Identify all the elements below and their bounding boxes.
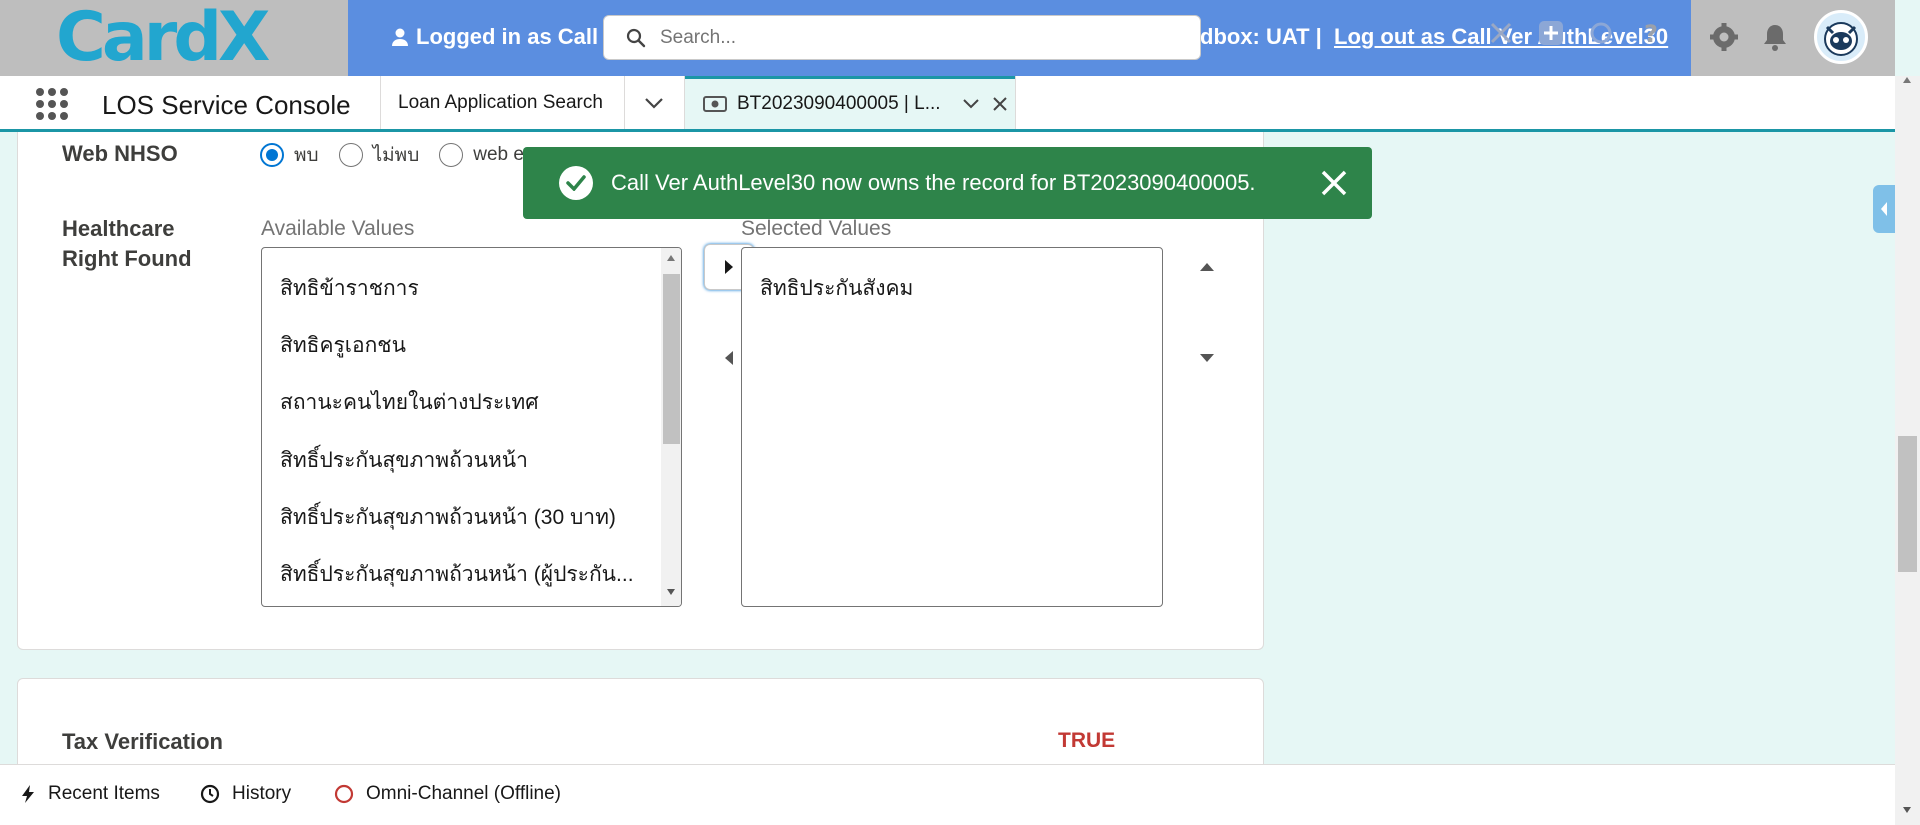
list-item[interactable]: สถานะคนไทยในต่างประเทศ bbox=[280, 386, 539, 419]
available-values-listbox[interactable]: สิทธิข้าราชการ สิทธิครูเอกชน สถานะคนไทยใ… bbox=[261, 247, 682, 607]
tab-overflow-chevron-icon[interactable] bbox=[624, 76, 684, 129]
web-nhso-radio-group: พบ ไม่พบ web er bbox=[260, 140, 540, 170]
side-panel-toggle[interactable] bbox=[1873, 185, 1895, 233]
tab-chevron-down-icon[interactable] bbox=[962, 99, 979, 109]
tab-record-bt2023090400005[interactable]: BT2023090400005 | L... bbox=[685, 76, 1015, 129]
toast-close-icon[interactable] bbox=[1318, 167, 1350, 199]
favorites-icon[interactable] bbox=[1486, 18, 1516, 48]
listbox-scroll-thumb[interactable] bbox=[663, 274, 680, 444]
move-up-button[interactable] bbox=[1182, 244, 1232, 290]
selected-values-header: Selected Values bbox=[741, 217, 892, 240]
list-item[interactable]: สิทธิข้าราชการ bbox=[280, 272, 419, 305]
healthcare-right-label: Healthcare Right Found bbox=[62, 214, 192, 274]
tab-record-label: BT2023090400005 | L... bbox=[737, 93, 941, 114]
utility-history[interactable]: History bbox=[200, 783, 291, 805]
console-nav-bar: LOS Service Console Loan Application Sea… bbox=[0, 76, 1895, 132]
nav-divider bbox=[1015, 76, 1016, 129]
history-label: History bbox=[232, 783, 292, 804]
selected-values-listbox[interactable]: สิทธิประกันสังคม bbox=[741, 247, 1163, 607]
money-icon bbox=[703, 96, 727, 112]
caret-down-icon bbox=[1200, 354, 1214, 362]
user-avatar[interactable] bbox=[1814, 10, 1868, 64]
tax-verification-value: TRUE bbox=[1058, 729, 1116, 752]
logged-in-text: Logged in as Call bbox=[416, 24, 599, 49]
caret-left-icon bbox=[725, 351, 733, 365]
list-item[interactable]: สิทธิ์ประกันสุขภาพถ้วนหน้า (ผู้ประกัน... bbox=[280, 558, 634, 591]
utility-omni-channel[interactable]: Omni-Channel (Offline) bbox=[334, 783, 561, 805]
recent-items-label: Recent Items bbox=[48, 783, 160, 804]
web-nhso-label: Web NHSO bbox=[62, 141, 178, 166]
listbox-scrollbar[interactable] bbox=[661, 248, 681, 606]
caret-up-icon bbox=[1200, 263, 1214, 271]
trailhead-icon[interactable] bbox=[1586, 18, 1616, 48]
radio-web-error[interactable] bbox=[439, 143, 464, 167]
sandbox-text: dbox: UAT | bbox=[1200, 24, 1322, 49]
gear-icon[interactable] bbox=[1709, 22, 1739, 57]
clock-icon bbox=[200, 784, 220, 804]
page-scroll-up-icon[interactable] bbox=[1902, 76, 1912, 84]
caret-left-icon bbox=[1881, 202, 1887, 216]
list-item[interactable]: สิทธิ์ประกันสุขภาพถ้วนหน้า bbox=[280, 444, 528, 477]
caret-right-icon bbox=[725, 260, 733, 274]
radio-not-found[interactable] bbox=[338, 143, 363, 167]
app-launcher-icon[interactable] bbox=[36, 88, 68, 120]
notification-bell-icon[interactable] bbox=[1760, 22, 1790, 57]
cardx-logo[interactable]: CardX bbox=[56, 0, 270, 77]
logo-text: CardX bbox=[56, 0, 270, 77]
list-item[interactable]: สิทธิประกันสังคม bbox=[760, 272, 913, 305]
tab-close-icon[interactable] bbox=[992, 97, 1007, 111]
tab-loan-application-search[interactable]: Loan Application Search bbox=[381, 76, 624, 129]
help-icon[interactable]: ? bbox=[1636, 18, 1666, 48]
global-search[interactable] bbox=[603, 15, 1201, 60]
healthcare-label-line2: Right Found bbox=[62, 246, 192, 271]
move-down-button[interactable] bbox=[1182, 335, 1232, 381]
page-scroll-down-icon[interactable] bbox=[1902, 806, 1912, 814]
available-values-header: Available Values bbox=[261, 217, 415, 240]
header-utility-icons: ? bbox=[1486, 18, 1666, 48]
logged-in-label: Logged in as Call bbox=[390, 24, 598, 50]
lightning-bolt-icon bbox=[22, 785, 34, 803]
page-scrollbar[interactable] bbox=[1895, 76, 1920, 825]
healthcare-label-line1: Healthcare bbox=[62, 216, 175, 241]
radio-not-found-label: ไม่พบ bbox=[372, 145, 420, 166]
utility-recent-items[interactable]: Recent Items bbox=[20, 783, 160, 805]
global-actions-icon[interactable] bbox=[1536, 18, 1566, 48]
svg-text:?: ? bbox=[1644, 20, 1658, 46]
scroll-up-arrow-icon[interactable] bbox=[666, 254, 676, 262]
utility-bar: Recent Items History Omni-Channel (Offli… bbox=[0, 764, 1895, 825]
app-name: LOS Service Console bbox=[102, 90, 351, 120]
radio-web-error-label: web er bbox=[473, 144, 531, 165]
success-toast: Call Ver AuthLevel30 now owns the record… bbox=[523, 147, 1372, 219]
global-header: CardX Logged in as Call dbox: UAT | Log … bbox=[0, 0, 1895, 76]
search-icon bbox=[626, 28, 646, 47]
radio-found[interactable] bbox=[260, 143, 284, 167]
success-check-icon bbox=[559, 166, 593, 200]
search-input[interactable] bbox=[660, 26, 1160, 49]
list-item[interactable]: สิทธิ์ประกันสุขภาพถ้วนหน้า (30 บาท) bbox=[280, 501, 616, 534]
user-icon bbox=[392, 28, 408, 46]
omni-channel-label: Omni-Channel (Offline) bbox=[366, 783, 562, 804]
scroll-down-arrow-icon[interactable] bbox=[666, 588, 676, 596]
page-scroll-thumb[interactable] bbox=[1898, 436, 1917, 572]
toast-message: Call Ver AuthLevel30 now owns the record… bbox=[611, 170, 1256, 195]
radio-found-label: พบ bbox=[294, 145, 319, 166]
offline-status-icon bbox=[334, 784, 354, 804]
list-item[interactable]: สิทธิครูเอกชน bbox=[280, 329, 406, 362]
tax-verification-label: Tax Verification bbox=[62, 729, 223, 754]
astro-avatar-icon bbox=[1824, 22, 1858, 56]
